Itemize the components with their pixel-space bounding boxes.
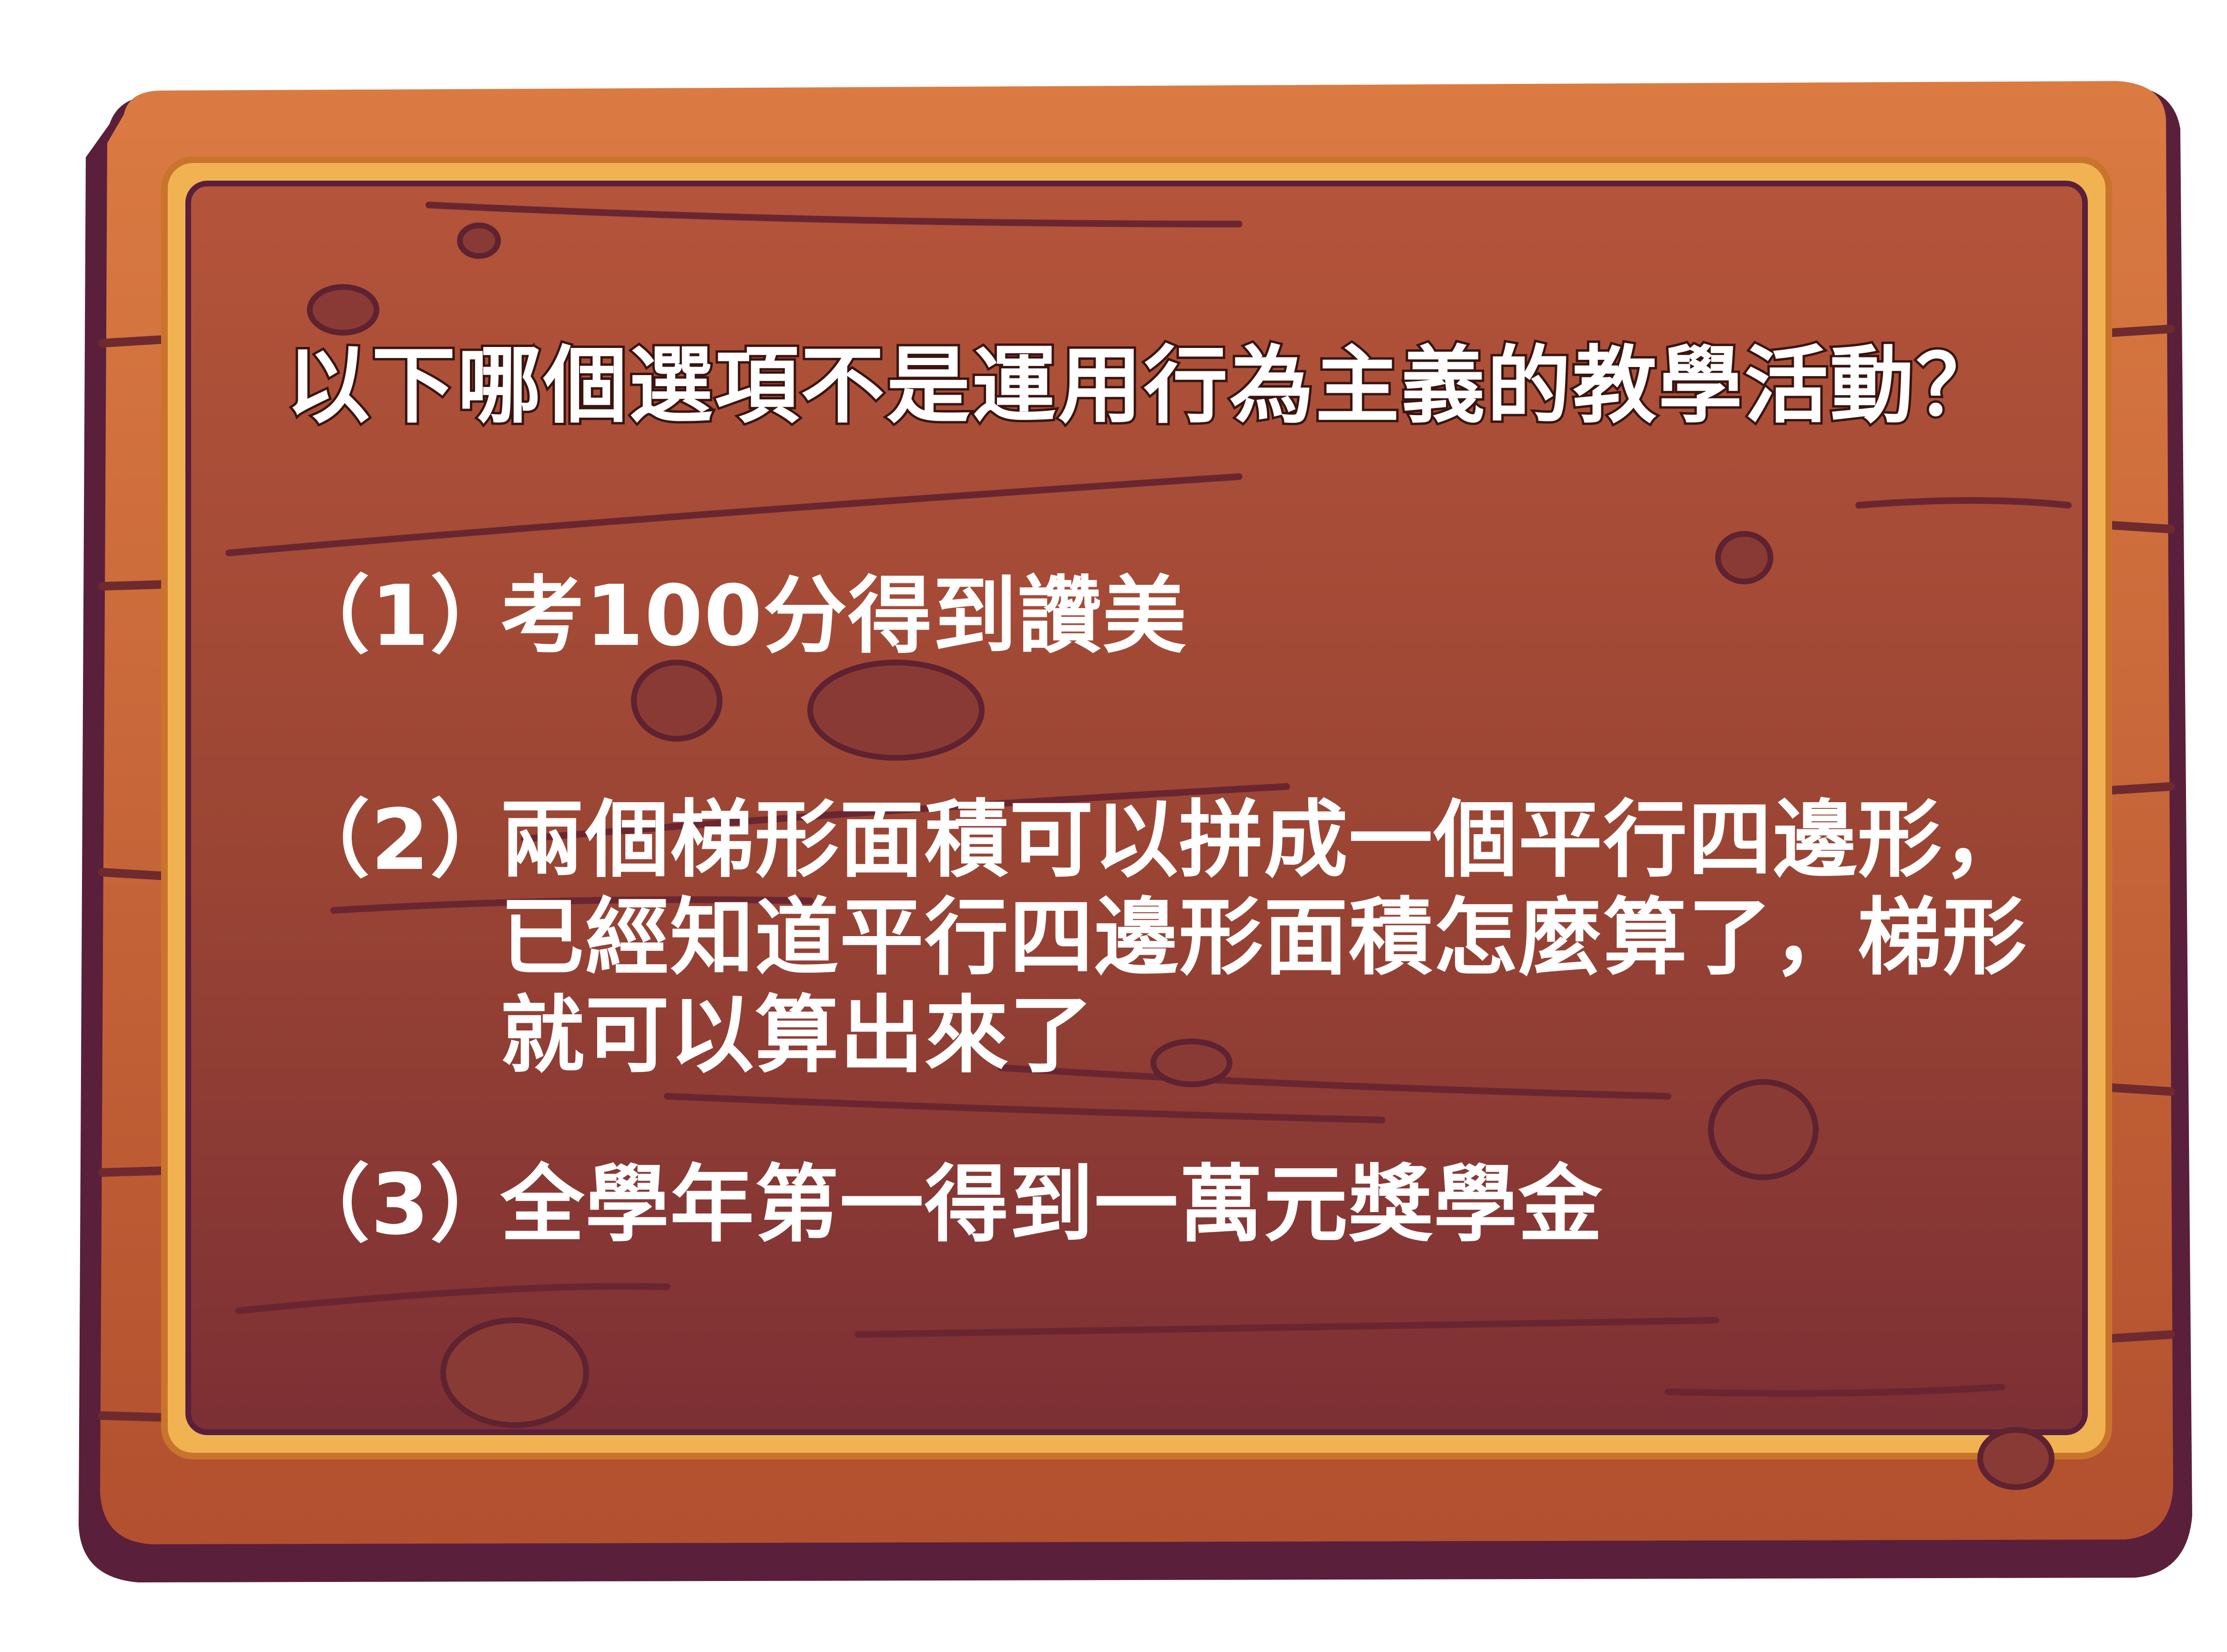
option-1-number: （1） xyxy=(286,567,515,665)
question-title: 以下哪個選項不是運用行為主義的教學活動？ xyxy=(284,335,2002,437)
option-2[interactable]: （2） 兩個梯形面積可以拼成一個平行四邊形，已經知道平行四邊形面積怎麼算了，梯形… xyxy=(286,791,2049,1084)
option-1-text: 考100分得到讚美 xyxy=(500,567,1188,665)
option-3[interactable]: （3） 全學年第一得到一萬元獎學金 xyxy=(286,1156,2049,1254)
option-2-number: （2） xyxy=(286,791,515,889)
quiz-sign: 以下哪個選項不是運用行為主義的教學活動？ （1） 考100分得到讚美 （2） 兩… xyxy=(0,0,2227,1652)
option-1[interactable]: （1） 考100分得到讚美 xyxy=(286,567,2049,665)
option-3-text: 全學年第一得到一萬元獎學金 xyxy=(500,1156,1604,1254)
quiz-content: 以下哪個選項不是運用行為主義的教學活動？ （1） 考100分得到讚美 （2） 兩… xyxy=(0,0,2227,1652)
option-3-number: （3） xyxy=(286,1156,515,1254)
option-2-text: 兩個梯形面積可以拼成一個平行四邊形，已經知道平行四邊形面積怎麼算了，梯形就可以算… xyxy=(500,791,2028,1084)
